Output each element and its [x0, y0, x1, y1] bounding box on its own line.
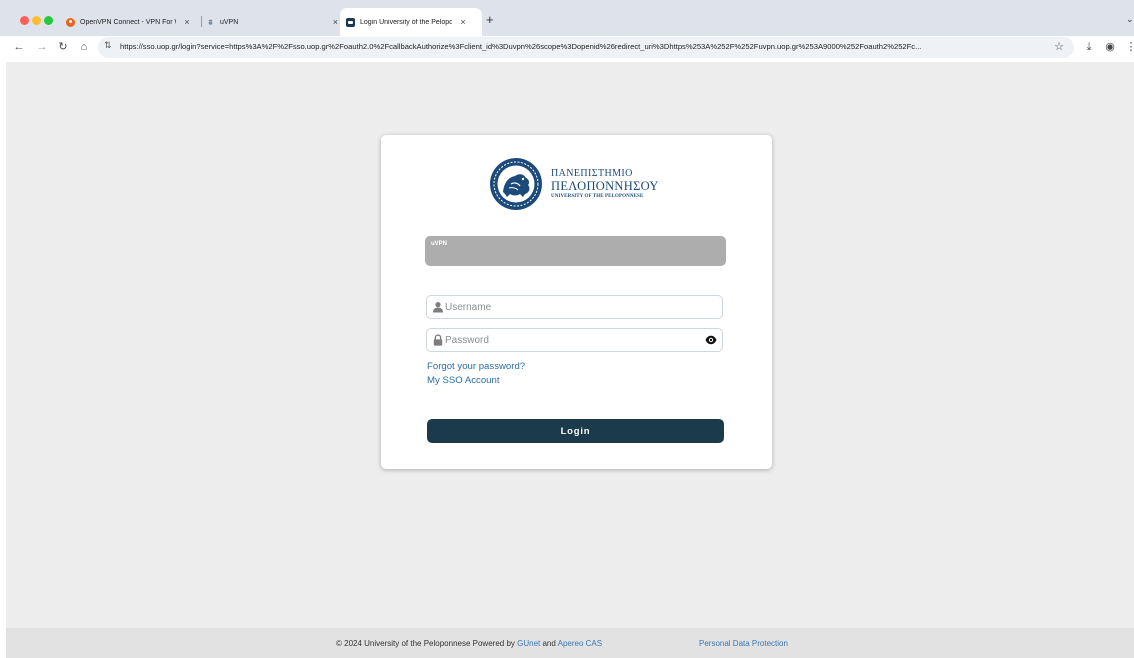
and-text: and [542, 639, 556, 648]
page-content: ΠΑΝΕΠΙΣΤΗΜΙΟ ΠΕΛΟΠΟΝΝΗΣΟΥ UNIVERSITY OF … [6, 62, 1134, 658]
tab-title: uVPN [220, 18, 239, 26]
university-seal-icon [490, 158, 542, 210]
tab-strip: OpenVPN Connect - VPN For Windows × ⩩ uV… [0, 0, 1134, 40]
cas-icon [346, 17, 355, 27]
minimize-window-button[interactable] [32, 16, 41, 25]
tab-login-active[interactable]: Login University of the Peloponnese × [340, 8, 482, 36]
maximize-window-button[interactable] [44, 16, 53, 25]
uvpn-icon: ⩩ [208, 17, 213, 27]
username-input[interactable] [445, 299, 695, 315]
address-bar[interactable]: ⇅ https://sso.uop.gr/login?service=https… [98, 37, 1074, 58]
logo-line-3: UNIVERSITY OF THE PELOPONNESE [551, 194, 644, 199]
tab-separator [201, 16, 202, 27]
gunet-link[interactable]: GUnet [517, 639, 540, 648]
sso-account-link[interactable]: My SSO Account [427, 375, 500, 386]
tab-close-button[interactable]: × [182, 17, 192, 27]
tab-openvpn[interactable]: OpenVPN Connect - VPN For Windows × [66, 11, 200, 33]
tab-title: Login University of the Peloponnese [360, 18, 452, 26]
bookmark-star-icon[interactable]: ☆ [1054, 40, 1064, 53]
copyright-text: © 2024 University of the Peloponnese Pow… [336, 639, 515, 648]
tab-close-button[interactable]: × [331, 17, 340, 27]
password-input[interactable] [445, 332, 695, 348]
reload-icon[interactable]: ↻ [56, 41, 70, 54]
home-icon[interactable]: ⌂ [77, 41, 91, 54]
footer-copyright: © 2024 University of the Peloponnese Pow… [336, 639, 602, 648]
close-window-button[interactable] [20, 16, 29, 25]
forward-icon[interactable]: → [35, 41, 49, 54]
tab-list-icon[interactable]: ⌄ [1126, 14, 1134, 25]
profile-icon[interactable]: ◉ [1103, 41, 1117, 54]
logo-line-2: ΠΕΛΟΠΟΝΝΗΣΟΥ [551, 179, 659, 193]
show-password-eye-icon[interactable] [705, 335, 717, 345]
password-field[interactable] [426, 328, 723, 352]
username-field[interactable] [426, 295, 723, 319]
logo-line-1: ΠΑΝΕΠΙΣΤΗΜΙΟ [551, 168, 633, 179]
browser-toolbar: ← → ↻ ⌂ ⇅ https://sso.uop.gr/login?servi… [0, 36, 1134, 60]
new-tab-button[interactable]: + [486, 13, 494, 27]
site-info-icon[interactable]: ⇅ [104, 40, 112, 51]
tab-title: OpenVPN Connect - VPN For Windows [80, 18, 176, 26]
openvpn-icon [66, 17, 75, 27]
footer: © 2024 University of the Peloponnese Pow… [6, 628, 1134, 658]
forgot-password-link[interactable]: Forgot your password? [427, 361, 525, 372]
university-logo-text: ΠΑΝΕΠΙΣΤΗΜΙΟ ΠΕΛΟΠΟΝΝΗΣΟΥ UNIVERSITY OF … [551, 168, 671, 201]
tab-uvpn[interactable]: ⩩ uVPN × [206, 11, 340, 33]
url-text[interactable]: https://sso.uop.gr/login?service=https%3… [120, 42, 1050, 51]
tab-close-button[interactable]: × [458, 17, 468, 27]
login-card: ΠΑΝΕΠΙΣΤΗΜΙΟ ΠΕΛΟΠΟΝΝΗΣΟΥ UNIVERSITY OF … [381, 135, 772, 469]
user-icon [433, 302, 443, 313]
login-button[interactable]: Login [427, 419, 724, 443]
service-banner: uVPN [425, 236, 726, 266]
apereo-cas-link[interactable]: Apereo CAS [558, 639, 602, 648]
download-icon[interactable]: ⤓ [1082, 41, 1096, 54]
service-name: uVPN [431, 241, 448, 247]
menu-icon[interactable]: ⋮ [1124, 41, 1134, 54]
lock-icon [433, 334, 443, 346]
back-icon[interactable]: ← [12, 41, 26, 54]
personal-data-protection-link[interactable]: Personal Data Protection [699, 639, 788, 648]
